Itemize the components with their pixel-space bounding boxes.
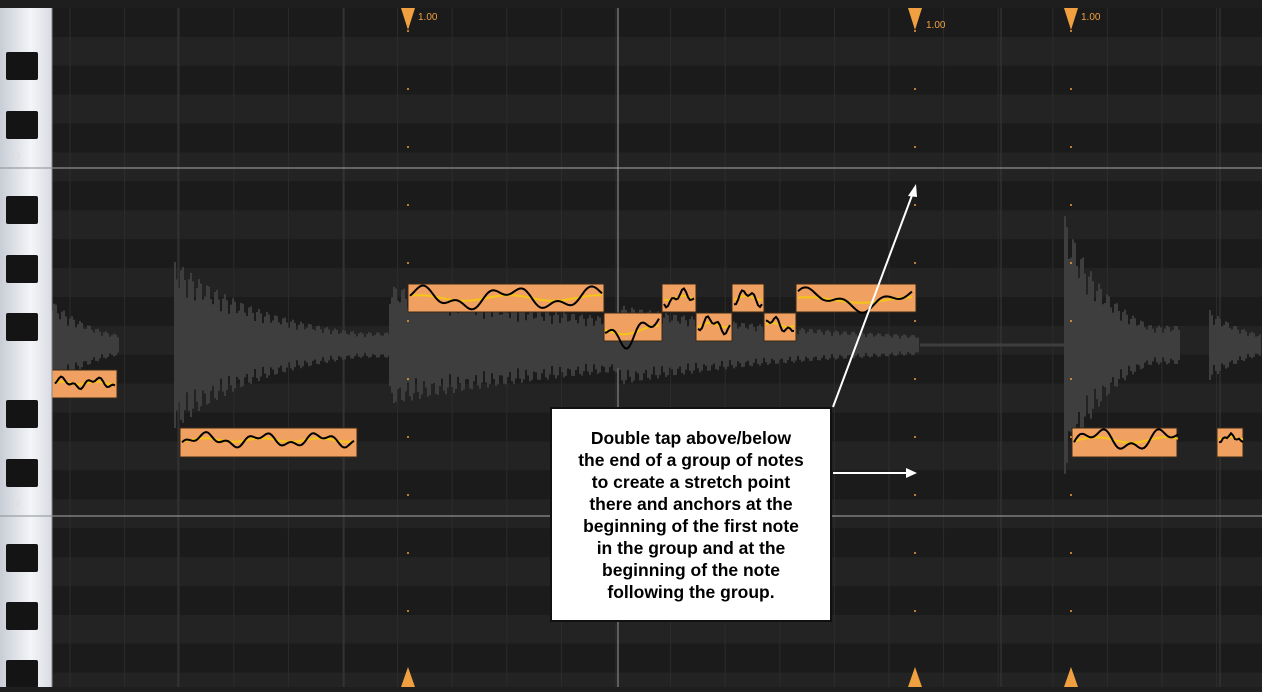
octave-label-c2: C2 [9,498,21,508]
pitch-editor[interactable]: C3 C2 1.00 1.00 1.00 Double tap above/be… [0,0,1262,692]
piano-black-key[interactable] [6,459,38,487]
piano-black-key[interactable] [6,255,38,283]
stretch-marker-label: 1.00 [1081,12,1101,23]
piano-black-key[interactable] [6,52,38,80]
piano-black-key[interactable] [6,313,38,341]
piano-black-key[interactable] [6,660,38,688]
piano-black-key[interactable] [6,602,38,630]
stretch-marker-label: 1.00 [926,20,946,31]
piano-black-key[interactable] [6,544,38,572]
stretch-marker-label: 1.00 [418,12,438,23]
octave-label-c3: C3 [9,151,21,161]
help-callout: Double tap above/below the end of a grou… [550,407,832,622]
piano-keyboard[interactable] [0,8,53,688]
piano-black-key[interactable] [6,111,38,139]
piano-black-key[interactable] [6,196,38,224]
piano-white-keys[interactable] [0,8,52,687]
piano-black-key[interactable] [6,400,38,428]
